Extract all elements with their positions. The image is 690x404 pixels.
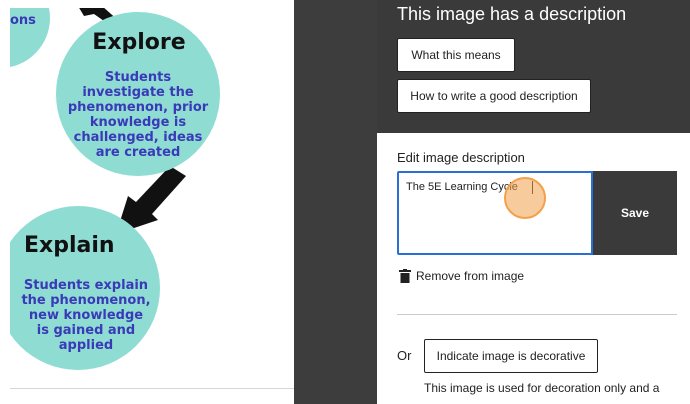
description-text: The 5E Learning Cycle (406, 181, 518, 193)
save-button[interactable]: Save (593, 171, 677, 255)
description-input[interactable]: The 5E Learning Cycle (397, 171, 593, 255)
explain-title: Explain (24, 233, 115, 258)
edit-label: Edit image description (397, 150, 525, 165)
explore-text: Students investigate the phenomenon, pri… (67, 70, 209, 160)
decorative-button[interactable]: Indicate image is decorative (424, 339, 598, 373)
remove-from-image[interactable]: Remove from image (399, 267, 524, 285)
click-indicator (504, 177, 546, 219)
what-this-means-button[interactable]: What this means (397, 38, 515, 72)
remove-label: Remove from image (416, 269, 525, 283)
trash-icon (399, 269, 411, 283)
canvas-gutter (294, 0, 377, 404)
or-label: Or (397, 348, 412, 363)
divider (397, 314, 677, 315)
explore-title: Explore (92, 30, 186, 55)
edit-description-section: Edit image description The 5E Learning C… (377, 133, 690, 404)
description-status-section: This image has a description What this m… (377, 0, 690, 133)
image-canvas: ons Explore Students investigate the phe… (10, 8, 294, 389)
how-to-write-button[interactable]: How to write a good description (397, 79, 591, 113)
status-heading: This image has a description (397, 4, 627, 24)
explain-text: Students explain the phenomenon, new kno… (21, 278, 151, 353)
decorative-note: This image is used for decoration only a… (424, 381, 660, 395)
